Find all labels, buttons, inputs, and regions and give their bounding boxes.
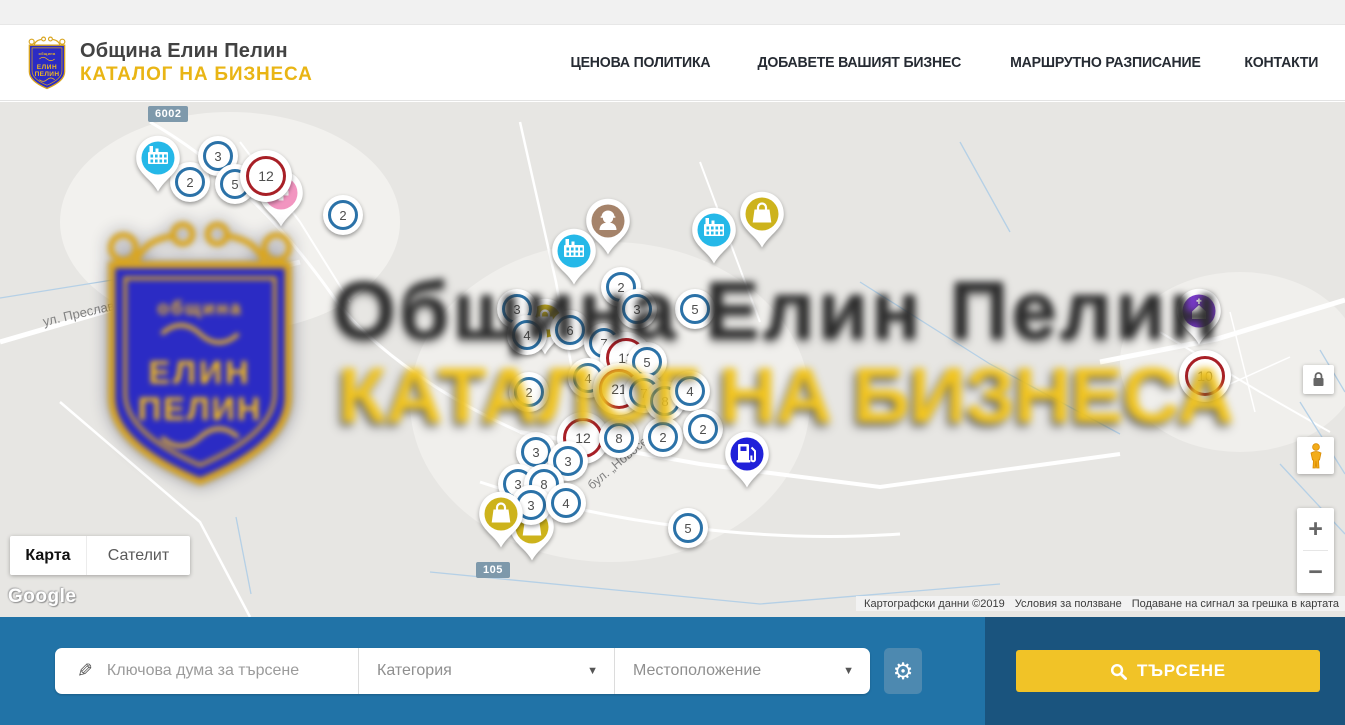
factory-pin[interactable]	[134, 134, 182, 199]
cluster-marker[interactable]: 4	[507, 315, 547, 355]
road-badge: 105	[476, 562, 510, 578]
advanced-search-button[interactable]: ⚙	[884, 648, 922, 694]
google-logo[interactable]: Google	[8, 586, 76, 608]
municipality-logo-icon: община ЕЛИН ПЕЛИН	[24, 35, 70, 91]
gear-icon: ⚙	[893, 658, 914, 685]
cluster-marker[interactable]: 2	[509, 372, 549, 412]
chevron-down-icon: ▼	[843, 665, 854, 677]
cluster-marker[interactable]: 2	[683, 409, 723, 449]
zoom-in-button[interactable]: +	[1297, 508, 1334, 550]
cluster-marker[interactable]: 5	[675, 289, 715, 329]
keyword-input[interactable]	[107, 662, 337, 680]
cluster-marker[interactable]: 8	[599, 418, 639, 458]
search-button[interactable]: ТЪРСЕНЕ	[1016, 650, 1320, 692]
map-view-button[interactable]: Карта	[10, 536, 86, 575]
header: община ЕЛИН ПЕЛИН Община Елин Пелин КАТА…	[0, 25, 1345, 101]
cluster-marker[interactable]: 2	[643, 417, 683, 457]
factory-pin[interactable]	[690, 206, 738, 271]
factory-pin[interactable]	[550, 227, 598, 292]
chevron-down-icon: ▼	[587, 665, 598, 677]
svg-text:община: община	[38, 52, 56, 56]
satellite-view-button[interactable]: Сателит	[86, 536, 190, 575]
report-error-link[interactable]: Подаване на сигнал за грешка в картата	[1132, 598, 1339, 610]
cluster-marker[interactable]: 4	[670, 371, 710, 411]
location-value: Местоположение	[633, 662, 761, 680]
church-pin[interactable]	[1175, 287, 1223, 352]
nav-route-schedule[interactable]: МАРШРУТНО РАЗПИСАНИЕ	[1010, 54, 1201, 71]
zoom-control: + −	[1297, 508, 1334, 593]
cluster-marker[interactable]: 3	[617, 289, 657, 329]
lock-control[interactable]	[1303, 365, 1334, 394]
category-value: Категория	[377, 662, 452, 680]
cluster-marker[interactable]: 10	[1179, 350, 1231, 402]
category-select[interactable]: Категория ▼	[358, 648, 614, 694]
pencil-icon: ✎	[77, 660, 93, 683]
shopping-bag-pin[interactable]	[477, 490, 525, 555]
lock-icon	[1312, 372, 1325, 387]
main-nav: ЦЕНОВА ПОЛИТИКА ДОБАВЕТЕ ВАШИЯТ БИЗНЕС М…	[566, 54, 1321, 71]
zoom-out-button[interactable]: −	[1297, 551, 1334, 593]
svg-text:ПЕЛИН: ПЕЛИН	[35, 71, 60, 78]
nav-pricing-policy[interactable]: ЦЕНОВА ПОЛИТИКА	[571, 54, 711, 71]
street-view-pegman[interactable]	[1297, 437, 1334, 474]
cluster-marker[interactable]: 12	[240, 150, 292, 202]
map-canvas[interactable]: 6002 105 ул. Преслав бул. „Новосел 34671…	[0, 102, 1345, 617]
search-icon	[1110, 663, 1127, 680]
terms-link[interactable]: Условия за ползване	[1015, 598, 1122, 610]
svg-text:ЕЛИН: ЕЛИН	[37, 63, 58, 70]
search-fields: ✎ Категория ▼ Местоположение ▼	[55, 648, 870, 694]
location-select[interactable]: Местоположение ▼	[614, 648, 870, 694]
site-title: Община Елин Пелин	[80, 40, 313, 63]
nav-contacts[interactable]: КОНТАКТИ	[1245, 54, 1319, 71]
top-strip	[0, 0, 1345, 25]
cluster-marker[interactable]: 4	[546, 483, 586, 523]
map-attribution: Картографски данни ©2019 Условия за полз…	[856, 596, 1345, 611]
map-copyright: Картографски данни ©2019	[864, 598, 1005, 610]
nav-add-business[interactable]: ДОБАВЕТЕ ВАШИЯТ БИЗНЕС	[757, 54, 961, 71]
pegman-icon	[1308, 443, 1324, 469]
site-subtitle: КАТАЛОГ НА БИЗНЕСА	[80, 64, 313, 86]
cluster-marker[interactable]: 5	[668, 508, 708, 548]
fuel-pin[interactable]	[723, 430, 771, 495]
map-type-control: Карта Сателит	[10, 536, 190, 575]
cluster-marker[interactable]: 2	[323, 195, 363, 235]
search-bar: ✎ Категория ▼ Местоположение ▼ ⚙ ТЪРСЕНЕ	[0, 617, 1345, 725]
search-button-label: ТЪРСЕНЕ	[1137, 661, 1226, 681]
site-logo[interactable]: община ЕЛИН ПЕЛИН Община Елин Пелин КАТА…	[24, 35, 313, 91]
road-badge: 6002	[148, 106, 188, 122]
shopping-bag-pin[interactable]	[738, 190, 786, 255]
